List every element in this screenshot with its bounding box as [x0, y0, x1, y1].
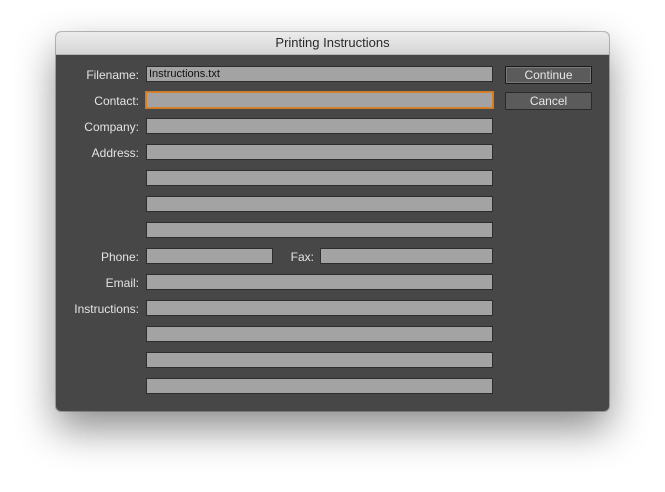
instructions-field-line-1[interactable]	[146, 300, 493, 316]
address-field-line-1[interactable]	[146, 144, 493, 160]
fax-label: Fax:	[290, 250, 314, 264]
contact-field[interactable]	[146, 92, 493, 108]
email-label: Email:	[105, 276, 139, 290]
phone-field[interactable]	[146, 248, 273, 264]
email-field[interactable]	[146, 274, 493, 290]
address-field-line-3[interactable]	[146, 196, 493, 212]
contact-label: Contact:	[94, 94, 139, 108]
address-field-line-2[interactable]	[146, 170, 493, 186]
instructions-field-line-2[interactable]	[146, 326, 493, 342]
filename-label: Filename:	[86, 68, 139, 82]
printing-instructions-dialog: Printing Instructions Filename: Instruct…	[56, 32, 609, 411]
fax-field[interactable]	[320, 248, 493, 264]
company-label: Company:	[84, 120, 139, 134]
filename-field[interactable]: Instructions.txt	[146, 66, 493, 82]
instructions-label: Instructions:	[74, 302, 139, 316]
instructions-field-line-3[interactable]	[146, 352, 493, 368]
company-field[interactable]	[146, 118, 493, 134]
continue-button[interactable]: Continue	[505, 66, 592, 84]
instructions-field-line-4[interactable]	[146, 378, 493, 394]
address-field-line-4[interactable]	[146, 222, 493, 238]
dialog-title: Printing Instructions	[56, 32, 609, 55]
phone-label: Phone:	[100, 250, 139, 264]
address-label: Address:	[91, 146, 139, 160]
cancel-button[interactable]: Cancel	[505, 92, 592, 110]
